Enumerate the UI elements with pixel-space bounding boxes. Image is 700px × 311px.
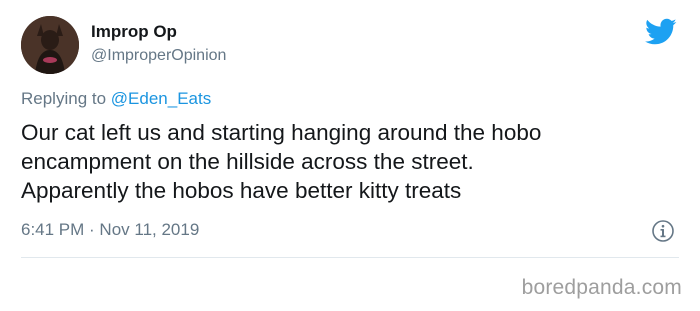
avatar[interactable]: [21, 16, 79, 74]
replying-to-link[interactable]: @Eden_Eats: [111, 89, 211, 108]
tweet-card: Improp Op @ImproperOpinion Replying to @…: [0, 0, 700, 311]
tweet-text: Our cat left us and starting hanging aro…: [21, 118, 681, 205]
replying-to: Replying to @Eden_Eats: [21, 89, 211, 109]
replying-prefix: Replying to: [21, 89, 111, 108]
timestamp-link[interactable]: 6:41 PM · Nov 11, 2019: [21, 220, 199, 240]
tweet-text-line: Apparently the hobos have better kitty t…: [21, 178, 462, 203]
user-handle[interactable]: @ImproperOpinion: [91, 46, 226, 66]
twitter-bird-icon[interactable]: [645, 18, 677, 46]
display-name[interactable]: Improp Op: [91, 22, 177, 42]
tweet-text-line: encampment on the hillside across the st…: [21, 149, 474, 174]
watermark: boredpanda.com: [521, 276, 682, 299]
divider: [21, 257, 679, 258]
info-icon[interactable]: [651, 219, 675, 243]
avatar-image: [21, 16, 79, 74]
tweet-text-line: Our cat left us and starting hanging aro…: [21, 120, 542, 145]
